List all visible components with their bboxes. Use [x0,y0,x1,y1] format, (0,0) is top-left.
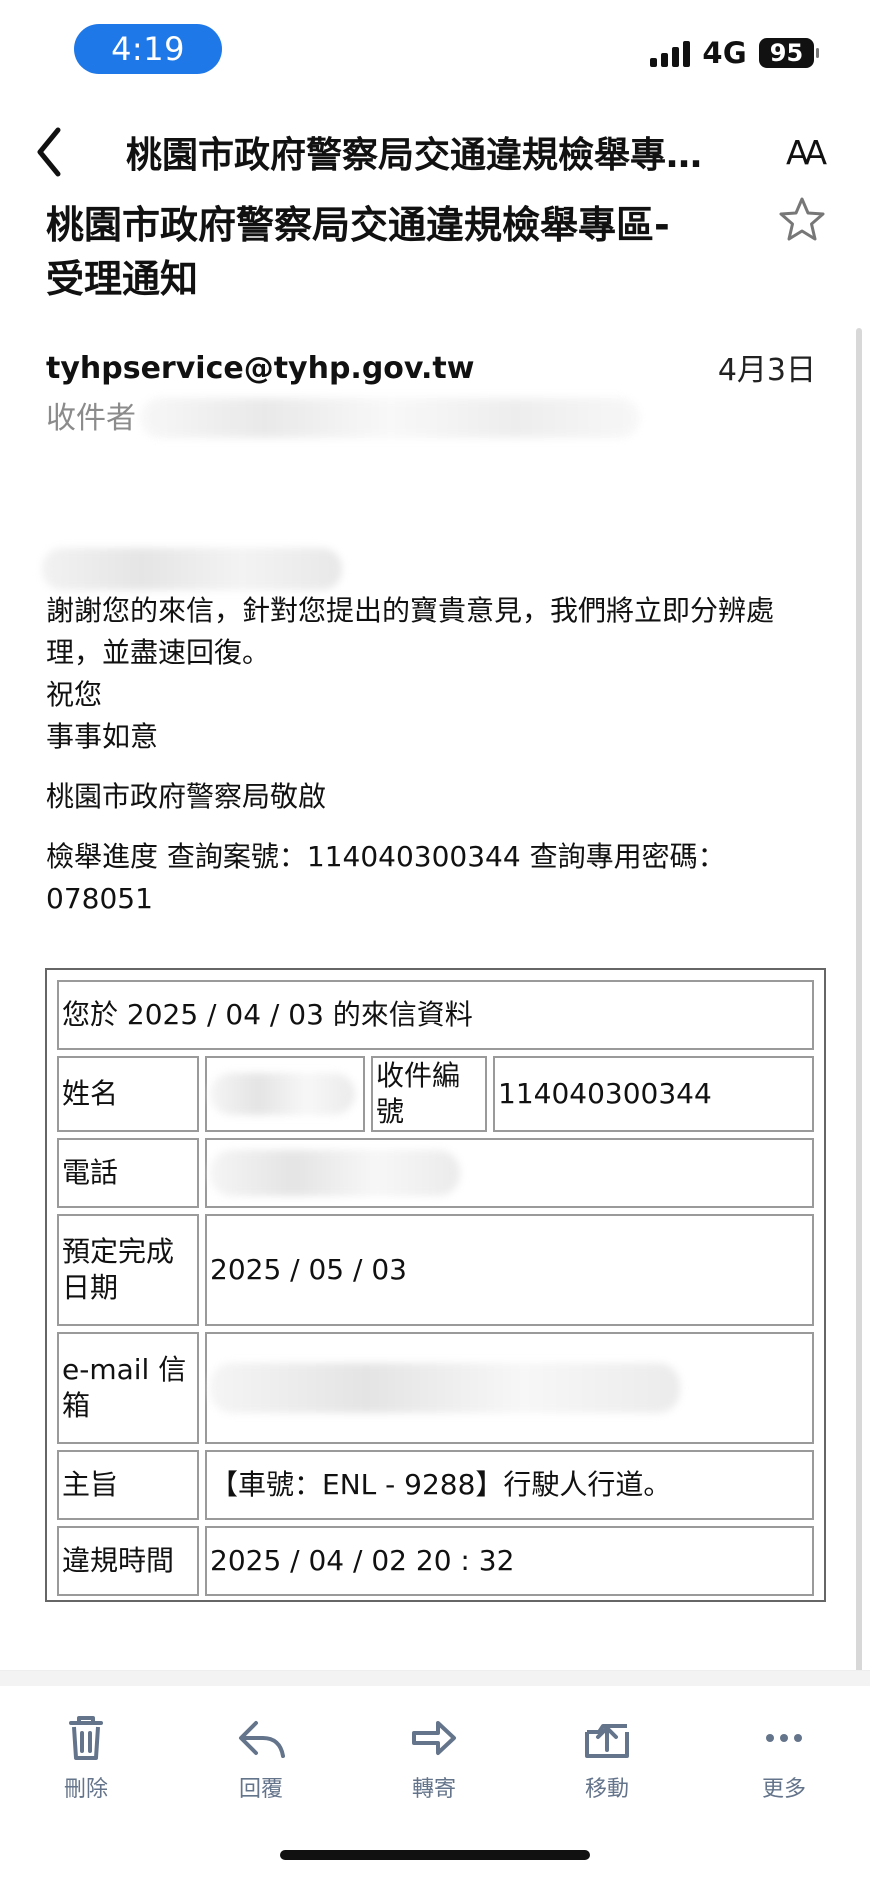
table-row-email: e-mail 信箱 [57,1332,814,1444]
subject-label: 主旨 [57,1450,199,1520]
table-row-subject: 主旨 【車號：ENL - 9288】行駛人行道。 [57,1450,814,1520]
case-info-table: 您於 2025 / 04 / 03 的來信資料 姓名 收件編號 11404030… [45,968,826,1602]
status-bar: 4:19 4G 95 [0,0,870,96]
chevron-left-icon [37,127,61,177]
navigation-title: 桃園市政府警察局交通違規檢舉專區-受理通知 [126,135,736,176]
email-subject: 桃園市政府警察局交通違規檢舉專區- 受理通知 [46,198,746,306]
forward-button[interactable]: 轉寄 [374,1708,494,1818]
progress-line-1: 檢舉進度 查詢案號：114040300344 查詢專用密碼： [46,840,726,873]
email-value-redacted [205,1332,814,1444]
reply-button[interactable]: 回覆 [201,1708,321,1818]
greeting-redacted [42,548,342,590]
message-navigation-bar: 桃園市政府警察局交通違規檢舉專區-受理通知 AA [0,110,870,194]
violation-time-label: 違規時間 [57,1526,199,1596]
delete-label: 刪除 [63,1777,108,1802]
mail-screen: 4:19 4G 95 桃園市政府警察局交通違規檢舉專區-受理通知 AA 桃園市政… [0,0,870,1882]
more-dots-icon [766,1734,802,1742]
forward-arrow-icon [412,1721,456,1755]
subject-line-1: 桃園市政府警察局交通違規檢舉專區- [46,203,670,247]
more-label: 更多 [761,1777,806,1802]
body-line-1: 謝謝您的來信，針對您提出的寶貴意見，我們將立即分辨處 [46,594,775,627]
name-redaction [210,1073,355,1115]
name-value-redacted [205,1056,365,1132]
home-indicator[interactable] [280,1850,590,1860]
more-button[interactable]: 更多 [724,1708,844,1818]
table-row-violation-time: 違規時間 2025 / 04 / 02 20 : 32 [57,1526,814,1596]
table-row-name: 姓名 收件編號 114040300344 [57,1056,814,1132]
sender-address: tyhpservice@tyhp.gov.tw [46,351,475,386]
body-line-2: 理，並盡速回復。 [46,636,271,669]
back-button[interactable] [28,122,72,182]
forward-label: 轉寄 [411,1777,456,1802]
subject-line-2: 受理通知 [46,257,199,301]
email-redaction [210,1363,680,1413]
move-label: 移動 [584,1777,629,1802]
receipt-value: 114040300344 [493,1056,814,1132]
toolbar-separator [0,1670,870,1687]
email-label: e-mail 信箱 [57,1332,199,1444]
table-header-row: 您於 2025 / 04 / 03 的來信資料 [57,980,814,1050]
status-time: 4:19 [74,24,222,74]
message-date: 4月3日 [717,353,816,388]
font-size-button[interactable]: AA [773,133,835,173]
trash-icon [69,1716,103,1760]
reply-icon [239,1721,285,1758]
signature: 桃園市政府警察局敬啟 [46,780,327,813]
name-label: 姓名 [57,1056,199,1132]
email-body: 謝謝您的來信，針對您提出的寶貴意見，我們將立即分辨處 理，並盡速回復。 祝您 事… [46,590,826,920]
star-button[interactable] [776,194,828,246]
body-line-3: 祝您 [46,678,103,711]
status-indicators: 4G 95 [650,36,819,70]
phone-redaction [210,1150,460,1196]
due-date-label: 預定完成日期 [57,1214,199,1326]
body-line-4: 事事如意 [46,720,159,753]
subject-value: 【車號：ENL - 9288】行駛人行道。 [205,1450,814,1520]
progress-line-2: 078051 [46,882,153,915]
violation-time-value: 2025 / 04 / 02 20 : 32 [205,1526,814,1596]
delete-button[interactable]: 刪除 [26,1708,146,1818]
reply-label: 回覆 [238,1777,283,1802]
move-folder-icon [585,1724,629,1758]
signal-icon [650,39,691,67]
table-header: 您於 2025 / 04 / 03 的來信資料 [57,980,814,1050]
recipient-redacted [140,398,640,438]
phone-value-redacted [205,1138,814,1208]
network-label: 4G [702,36,747,70]
battery-icon: 95 [759,38,819,68]
due-date-value: 2025 / 05 / 03 [205,1214,814,1326]
receipt-label: 收件編號 [371,1056,487,1132]
recipient-label: 收件者 [46,401,136,436]
scroll-indicator [856,328,862,1688]
table-row-due-date: 預定完成日期 2025 / 05 / 03 [57,1214,814,1326]
move-button[interactable]: 移動 [547,1708,667,1818]
phone-label: 電話 [57,1138,199,1208]
star-outline-icon [779,197,825,241]
table-row-phone: 電話 [57,1138,814,1208]
case-info-grid: 您於 2025 / 04 / 03 的來信資料 姓名 收件編號 11404030… [51,974,820,1602]
